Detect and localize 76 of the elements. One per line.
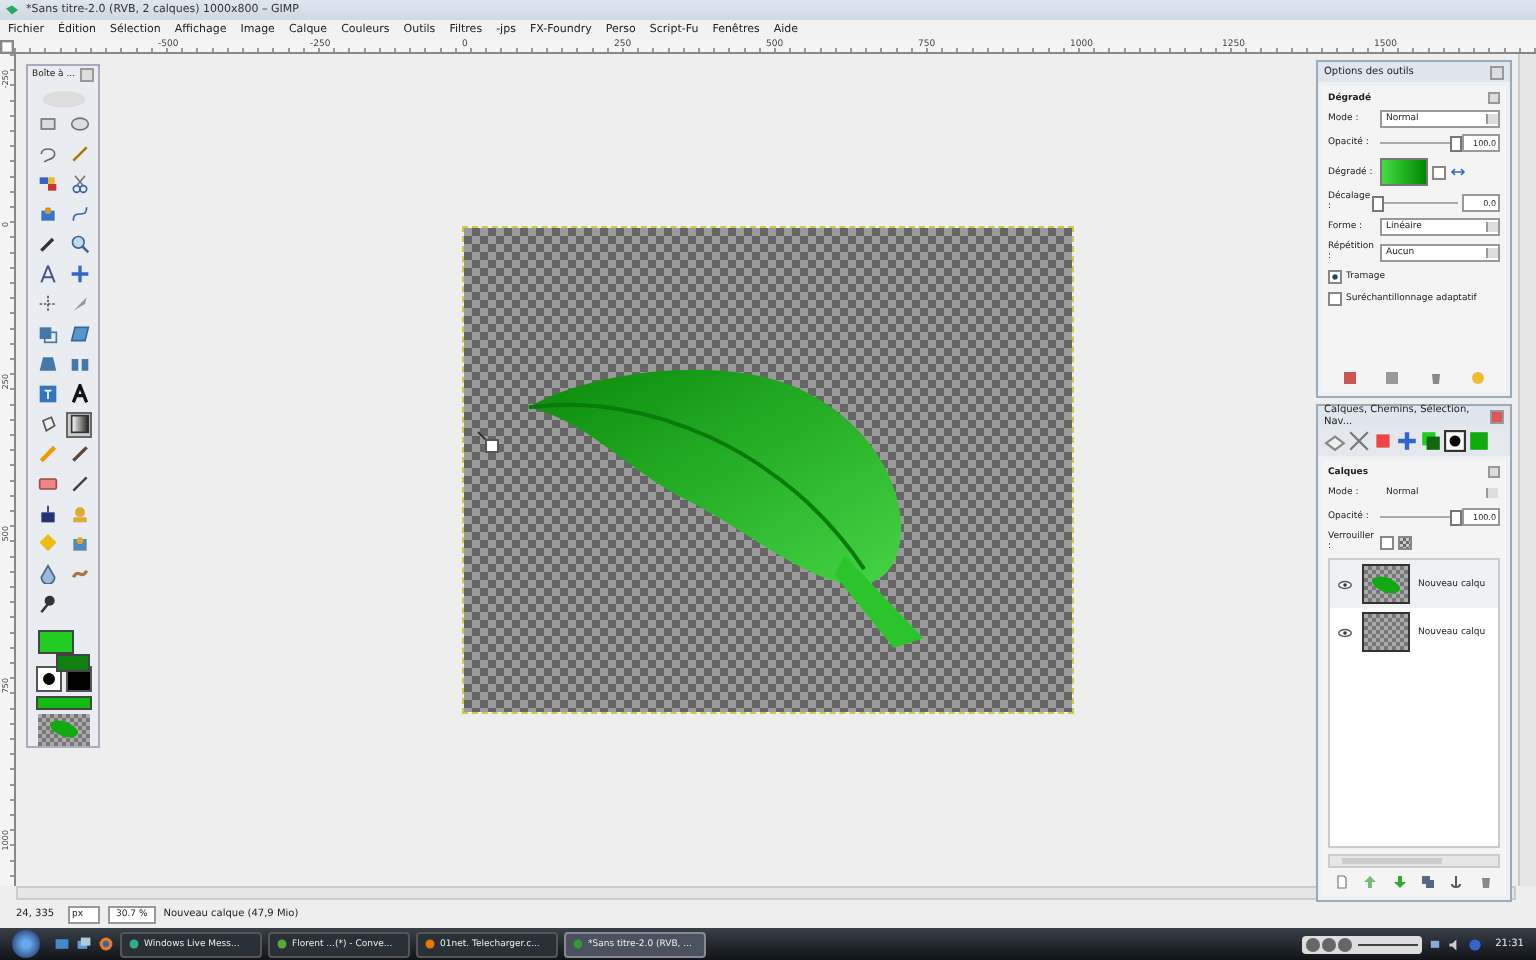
app-icon — [572, 938, 584, 950]
close-button[interactable] — [80, 68, 94, 82]
close-button[interactable] — [1490, 409, 1504, 423]
vertical-scrollbar[interactable] — [1518, 54, 1536, 886]
brush-tab-icon[interactable] — [1444, 430, 1466, 452]
checkbox[interactable] — [1328, 269, 1342, 283]
magnifier-icon — [69, 234, 89, 255]
gradient-preview[interactable] — [35, 696, 91, 709]
gradient-swatch[interactable] — [1380, 158, 1428, 186]
tool-button[interactable] — [66, 381, 92, 408]
move-icon — [69, 264, 89, 285]
menu-button[interactable] — [1488, 466, 1500, 478]
square-tab-icon[interactable] — [1372, 430, 1394, 452]
tool-button[interactable] — [66, 441, 92, 468]
window-switch-icon[interactable] — [76, 936, 92, 952]
slider-handle[interactable] — [1450, 510, 1462, 526]
reset-button[interactable] — [1488, 92, 1500, 104]
app-icon — [424, 938, 436, 950]
start-button[interactable] — [12, 930, 40, 958]
speaker-icon[interactable] — [1447, 937, 1462, 951]
save-icon[interactable] — [1341, 370, 1358, 386]
scrollbar[interactable] — [1328, 854, 1500, 868]
lock-checkbox[interactable] — [1380, 535, 1394, 549]
lasso-icon — [37, 144, 57, 165]
restore-icon[interactable] — [1384, 370, 1401, 386]
globe-icon[interactable] — [1467, 937, 1482, 951]
ellipse-icon — [69, 114, 89, 135]
text-layer-icon — [37, 384, 57, 405]
delete-icon[interactable] — [1427, 370, 1444, 386]
image-thumbnail[interactable] — [37, 713, 89, 746]
shear-icon — [69, 324, 89, 345]
move-tab-icon[interactable] — [1396, 430, 1418, 452]
scissors-icon — [69, 174, 89, 195]
checker-icon — [1398, 535, 1412, 549]
anchor-icon[interactable] — [1448, 874, 1465, 890]
app-icon — [128, 938, 140, 950]
slider-handle[interactable] — [1450, 136, 1462, 152]
colors-tab-icon[interactable] — [1420, 430, 1442, 452]
quick-mask-icon[interactable] — [0, 40, 14, 54]
media-player-toolbar[interactable] — [1301, 935, 1422, 953]
close-button[interactable] — [1490, 65, 1504, 79]
swap-arrows-icon[interactable] — [1450, 166, 1466, 178]
tool-button[interactable] — [34, 591, 60, 618]
eye-icon[interactable] — [1337, 579, 1351, 589]
reverse-checkbox[interactable] — [1432, 165, 1446, 179]
rectangle-icon — [37, 114, 57, 135]
slider-handle[interactable] — [1372, 195, 1384, 211]
duplicate-icon[interactable] — [1420, 874, 1437, 890]
image-canvas[interactable] — [463, 228, 1071, 712]
paths-icon — [69, 204, 89, 225]
cursor-icon — [476, 430, 500, 454]
pencil-icon — [37, 444, 57, 465]
delete-icon[interactable] — [1477, 874, 1494, 890]
drop-icon — [37, 564, 57, 585]
scale-icon — [37, 324, 57, 345]
brush-icon — [69, 444, 89, 465]
text-tool-icon — [69, 384, 89, 405]
leaf-drawing — [45, 718, 81, 741]
foreground-color-swatch[interactable] — [37, 629, 73, 654]
down-arrow-icon[interactable] — [1391, 874, 1408, 890]
new-layer-icon[interactable] — [1334, 874, 1351, 890]
eraser-icon — [37, 474, 57, 495]
browser-icon[interactable] — [98, 936, 114, 952]
desktop-icon[interactable] — [54, 936, 70, 952]
color-select-icon — [37, 174, 57, 195]
gradient-icon — [69, 414, 89, 435]
tool-button[interactable] — [66, 411, 92, 438]
up-arrow-icon[interactable] — [1362, 874, 1379, 890]
app-icon — [276, 938, 288, 950]
brush-preview[interactable] — [35, 666, 61, 693]
background-color-swatch[interactable] — [55, 653, 89, 672]
checkbox[interactable] — [1328, 291, 1342, 305]
eye-icon[interactable] — [1337, 627, 1351, 637]
leaf-drawing — [1368, 573, 1404, 595]
layer-thumbnail — [1362, 612, 1410, 652]
perspective-icon — [37, 354, 57, 375]
